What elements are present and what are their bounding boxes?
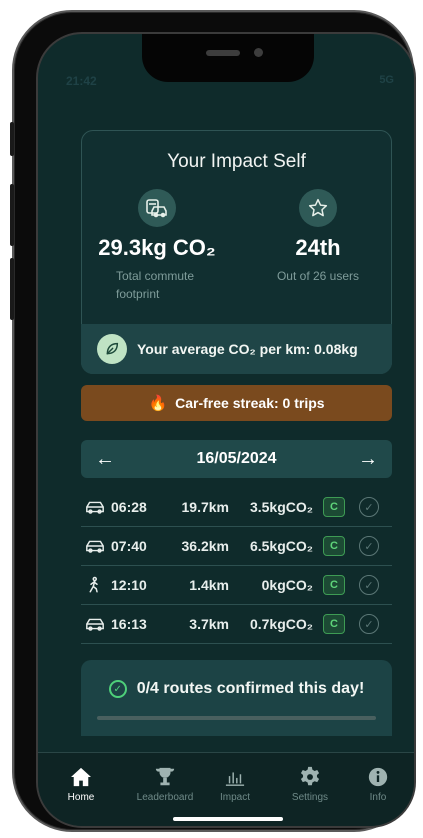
trip-time: 07:40 xyxy=(111,538,147,554)
check-circle-icon: ✓ xyxy=(108,680,127,698)
trip-co2: 0.7kgCO₂ xyxy=(249,616,313,632)
tab-info[interactable]: Info xyxy=(343,765,413,803)
trip-time: 12:10 xyxy=(111,577,147,593)
tab-home[interactable]: Home xyxy=(46,765,116,803)
footprint-label: Total commute footprint xyxy=(116,269,195,301)
car-icon xyxy=(81,538,111,554)
routes-progress-bar xyxy=(97,716,376,720)
star-icon xyxy=(299,189,337,227)
trip-row[interactable]: 12:10 1.4km 0kgCO₂ C ✓ xyxy=(81,566,392,605)
routes-confirmed-row: ✓ 0/4 routes confirmed this day! xyxy=(81,680,392,698)
trip-mode-badge[interactable]: C xyxy=(323,497,345,517)
app-screen: 21:42 5G Your Impact Self 29.3kg CO₂ Tot… xyxy=(36,32,416,828)
side-button xyxy=(10,122,14,156)
home-icon xyxy=(46,765,116,789)
previous-day-button[interactable]: ← xyxy=(95,448,115,471)
footprint-value: 29.3kg CO₂ xyxy=(98,235,216,260)
current-date: 16/05/2024 xyxy=(196,450,277,467)
trip-row[interactable]: 06:28 19.7km 3.5kgCO₂ C ✓ xyxy=(81,488,392,527)
walking-icon xyxy=(81,576,111,594)
tab-settings[interactable]: Settings xyxy=(275,765,345,803)
info-icon xyxy=(343,765,413,789)
footprint-stat: 29.3kg CO₂ Total commute footprint xyxy=(82,189,232,303)
trip-co2: 0kgCO₂ xyxy=(261,577,313,593)
trip-distance: 3.7km xyxy=(189,616,229,632)
rank-value: 24th xyxy=(295,235,341,260)
routes-confirmed-panel: ✓ 0/4 routes confirmed this day! xyxy=(81,660,392,736)
trip-time: 06:28 xyxy=(111,499,147,515)
tab-label: Impact xyxy=(219,792,250,803)
trip-distance: 36.2km xyxy=(181,538,229,554)
trip-row[interactable]: 07:40 36.2km 6.5kgCO₂ C ✓ xyxy=(81,527,392,566)
tab-label: Settings xyxy=(291,792,329,803)
tab-impact[interactable]: Impact xyxy=(200,765,270,803)
car-icon xyxy=(81,499,111,515)
trip-distance: 1.4km xyxy=(189,577,229,593)
car-commute-icon xyxy=(138,189,176,227)
trip-mode-badge[interactable]: C xyxy=(323,536,345,556)
trip-co2: 6.5kgCO₂ xyxy=(249,538,313,554)
bottom-tab-bar: Home Leaderboard Impact Settings Info xyxy=(38,752,414,826)
confirm-trip-check-icon[interactable]: ✓ xyxy=(359,575,379,595)
trip-mode-badge[interactable]: C xyxy=(323,614,345,634)
streak-text: Car-free streak: 0 trips xyxy=(175,395,325,411)
trip-mode-badge[interactable]: C xyxy=(323,575,345,595)
trip-list: 06:28 19.7km 3.5kgCO₂ C ✓ 07:40 36.2km 6… xyxy=(81,488,392,644)
rank-stat: 24th Out of 26 users xyxy=(243,189,393,285)
volume-up-button xyxy=(10,184,14,246)
trip-co2: 3.5kgCO₂ xyxy=(249,499,313,515)
average-co2-text: Your average CO₂ per km: 0.08kg xyxy=(137,341,358,357)
volume-down-button xyxy=(10,258,14,320)
impact-card-title: Your Impact Self xyxy=(167,151,306,172)
tab-label: Home xyxy=(67,792,95,803)
home-indicator[interactable] xyxy=(173,817,283,821)
average-co2-bar: Your average CO₂ per km: 0.08kg xyxy=(81,324,392,374)
flame-icon: 🔥 xyxy=(148,395,168,412)
speaker xyxy=(206,50,240,56)
phone-frame: 21:42 5G Your Impact Self 29.3kg CO₂ Tot… xyxy=(10,10,416,832)
routes-confirmed-text: 0/4 routes confirmed this day! xyxy=(136,680,365,697)
status-signal: 5G xyxy=(379,74,394,86)
trip-time: 16:13 xyxy=(111,616,147,632)
car-icon xyxy=(81,616,111,632)
trip-row[interactable]: 16:13 3.7km 0.7kgCO₂ C ✓ xyxy=(81,605,392,644)
tab-label: Info xyxy=(369,792,387,803)
confirm-trip-check-icon[interactable]: ✓ xyxy=(359,536,379,556)
confirm-trip-check-icon[interactable]: ✓ xyxy=(359,614,379,634)
tab-label: Leaderboard xyxy=(136,792,194,803)
notch xyxy=(142,34,314,82)
trophy-icon xyxy=(130,765,200,789)
rank-label: Out of 26 users xyxy=(276,269,360,283)
trip-distance: 19.7km xyxy=(181,499,229,515)
tab-leaderboard[interactable]: Leaderboard xyxy=(130,765,200,803)
camera xyxy=(254,48,263,57)
confirm-trip-check-icon[interactable]: ✓ xyxy=(359,497,379,517)
leaf-icon xyxy=(97,334,127,364)
car-free-streak-banner: 🔥 Car-free streak: 0 trips xyxy=(81,385,392,421)
next-day-button[interactable]: → xyxy=(358,448,378,471)
date-navigator: ← 16/05/2024 → xyxy=(81,440,392,478)
gear-icon xyxy=(275,765,345,789)
status-time: 21:42 xyxy=(66,74,97,88)
bar-chart-icon xyxy=(200,765,270,789)
